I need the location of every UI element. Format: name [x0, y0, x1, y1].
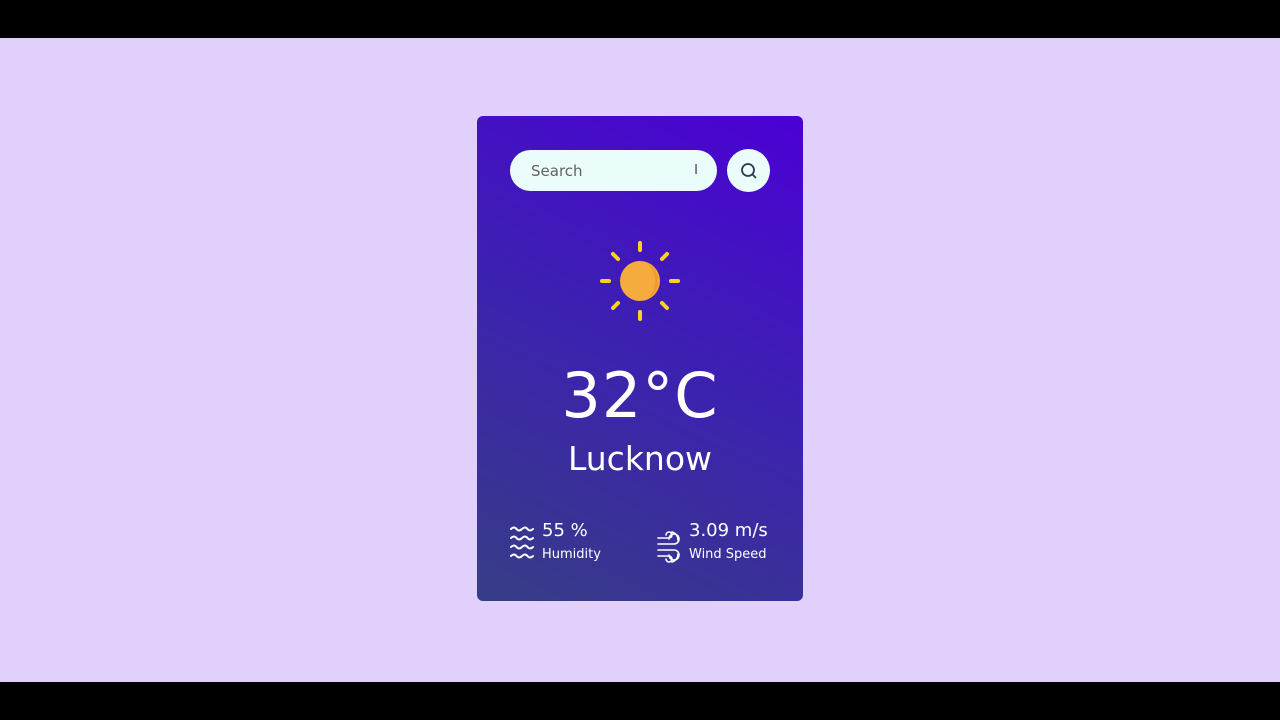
weather-card: I 32°C Lucknow	[477, 116, 803, 601]
wind-speed-value: 3.09 m/s	[689, 520, 768, 541]
humidity-waves-icon	[510, 526, 534, 559]
wind-speed-label: Wind Speed	[689, 547, 767, 562]
text-cursor-icon: I	[694, 163, 698, 178]
page-background: I 32°C Lucknow	[0, 38, 1280, 682]
sun-icon	[600, 241, 680, 321]
search-input[interactable]	[510, 150, 717, 191]
search-bar: I	[510, 149, 770, 193]
humidity-stat: 55 % Humidity	[509, 518, 649, 570]
wind-stat: 3.09 m/s Wind Speed	[656, 518, 796, 570]
search-icon	[740, 162, 756, 178]
wind-icon	[657, 531, 680, 563]
humidity-label: Humidity	[542, 547, 601, 562]
letterbox-top	[0, 0, 1280, 38]
search-button[interactable]	[727, 149, 770, 192]
city-name: Lucknow	[567, 439, 713, 478]
letterbox-bottom	[0, 682, 1280, 720]
temperature: 32°C	[561, 359, 719, 432]
humidity-value: 55 %	[542, 520, 588, 541]
